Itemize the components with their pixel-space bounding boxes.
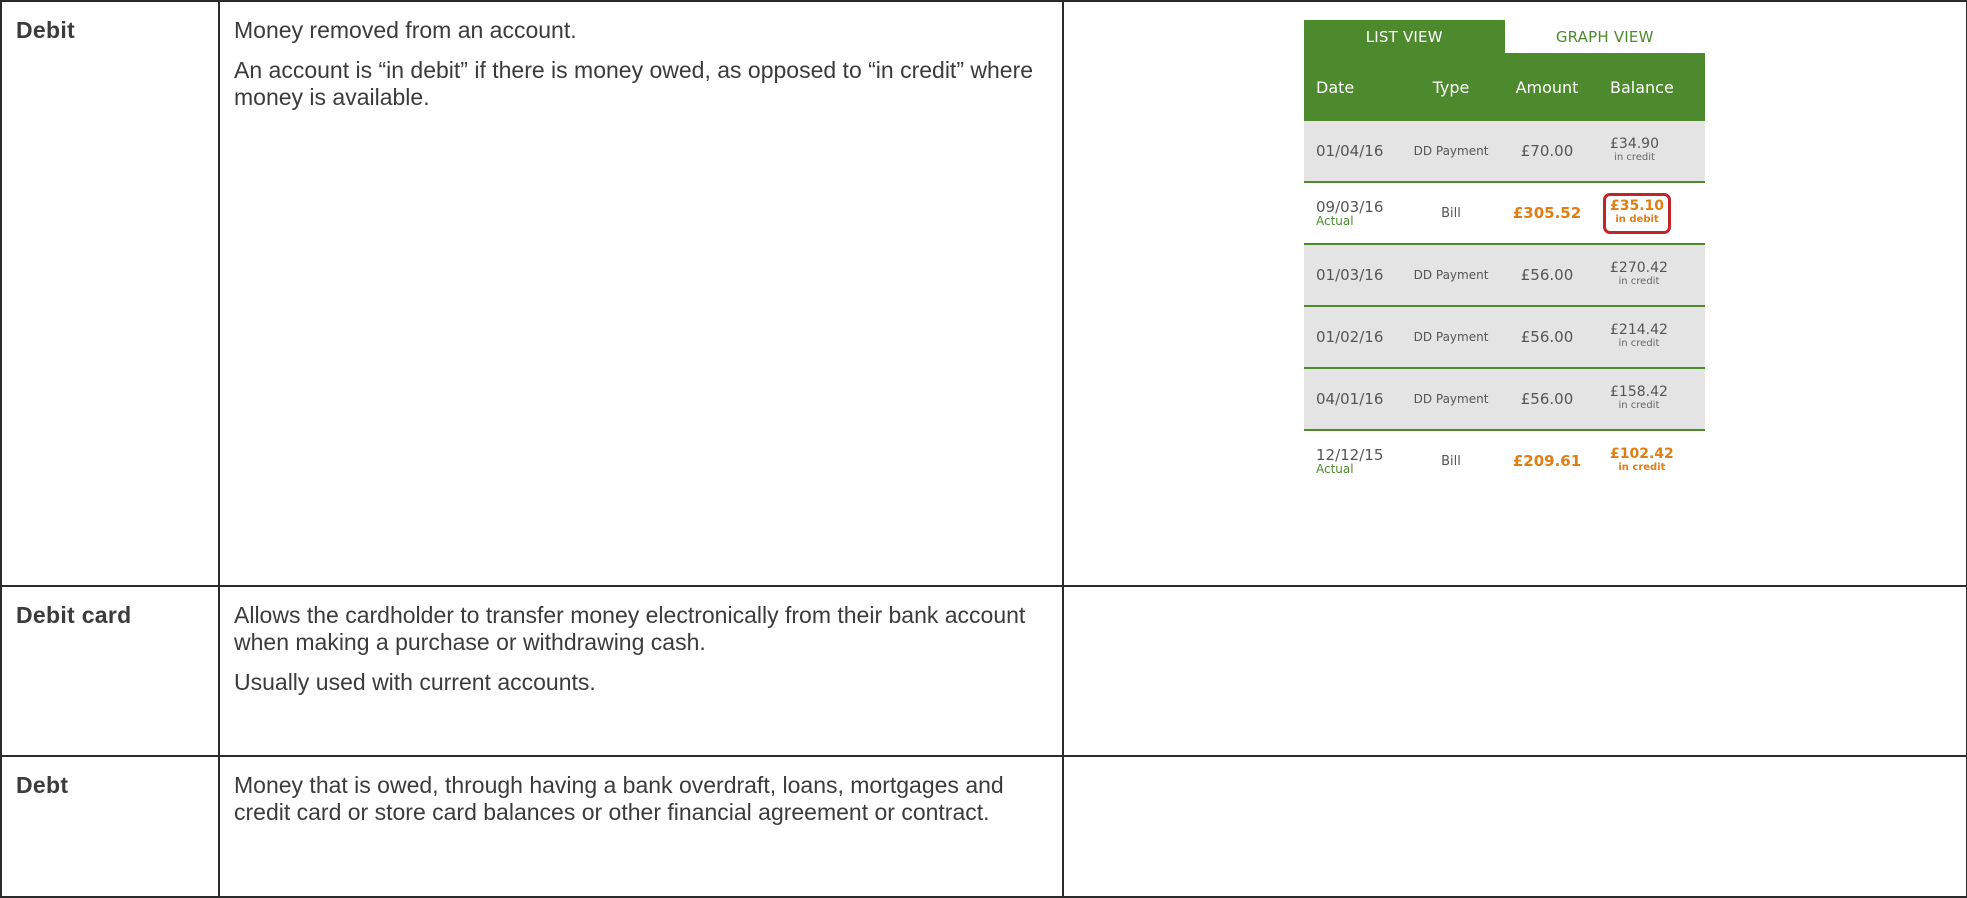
entry-amount: £209.61: [1512, 452, 1582, 470]
entry-amount: £305.52: [1512, 204, 1582, 222]
entry-amount: £70.00: [1520, 142, 1574, 160]
entry-balance-highlighted: £35.10 in debit: [1603, 192, 1672, 234]
entry-note: Actual: [1316, 461, 1354, 476]
column-header-amount: Amount: [1515, 77, 1579, 97]
entry-date: 01/02/16: [1316, 327, 1384, 346]
term-cell: Debit: [0, 0, 220, 587]
definition-text: Usually used with current accounts.: [234, 668, 596, 695]
statement-row: 01/02/16 DD Payment £56.00 £214.42 in cre…: [1304, 307, 1705, 369]
entry-date: 01/03/16: [1316, 265, 1384, 284]
glossary-row-debit: Debit Money removed from an account. An …: [0, 0, 1967, 587]
definition-text: Allows the cardholder to transfer money …: [234, 601, 1026, 655]
entry-balance: £270.42 in credit: [1610, 260, 1668, 287]
definition-cell: Money removed from an account. An accoun…: [218, 0, 1064, 587]
term-cell: Debt: [0, 755, 220, 898]
entry-type: DD Payment: [1413, 144, 1489, 158]
term-debt: Debt: [16, 772, 69, 799]
entry-date: 09/03/16: [1316, 197, 1384, 216]
entry-type: DD Payment: [1413, 392, 1489, 406]
column-header-balance: Balance: [1610, 77, 1674, 97]
entry-type: DD Payment: [1413, 330, 1489, 344]
entry-date: 04/01/16: [1316, 389, 1384, 408]
term-cell: Debit card: [0, 584, 220, 758]
statement-row: 01/04/16 DD Payment £70.00 £34.90 in cred…: [1304, 121, 1705, 183]
entry-amount: £56.00: [1520, 390, 1574, 408]
glossary-row-debit-card: Debit card Allows the cardholder to tran…: [0, 584, 1967, 758]
column-header-date: Date: [1316, 77, 1355, 97]
statement-row: 12/12/15 Actual Bill £209.61 £102.42 in cr…: [1304, 431, 1705, 491]
statement-row: 01/03/16 DD Payment £56.00 £270.42 in cre…: [1304, 245, 1705, 307]
entry-date: 01/04/16: [1316, 141, 1384, 160]
entry-balance: £158.42 in credit: [1610, 384, 1668, 411]
glossary-table: Debit Money removed from an account. An …: [0, 0, 1967, 898]
tab-list-view[interactable]: LIST VIEW: [1304, 20, 1505, 53]
definition-text: An account is “in debit” if there is mon…: [234, 57, 1034, 110]
definition-cell: Money that is owed, through having a ban…: [218, 755, 1064, 898]
statement-row: 09/03/16 Actual Bill £305.52 £35.10 in deb…: [1304, 183, 1705, 245]
entry-balance: £214.42 in credit: [1610, 322, 1668, 349]
entry-type: Bill: [1441, 453, 1461, 469]
entry-type: Bill: [1441, 205, 1461, 221]
entry-balance: £102.42 in credit: [1610, 446, 1674, 473]
account-statement-panel: LIST VIEW GRAPH VIEW Date Type Amount Ba…: [1304, 20, 1705, 491]
entry-amount: £56.00: [1520, 328, 1574, 346]
empty-cell: [1062, 755, 1967, 898]
tab-graph-view[interactable]: GRAPH VIEW: [1504, 20, 1705, 53]
entry-balance: £34.90 in credit: [1610, 136, 1659, 163]
statement-header: Date Type Amount Balance: [1304, 53, 1705, 121]
definition-text: Money that is owed, through having a ban…: [234, 772, 1004, 826]
column-header-type: Type: [1432, 77, 1470, 97]
illustration-cell: LIST VIEW GRAPH VIEW Date Type Amount Ba…: [1062, 0, 1967, 587]
empty-cell: [1062, 584, 1967, 758]
entry-type: DD Payment: [1413, 268, 1489, 282]
view-tabs: LIST VIEW GRAPH VIEW: [1304, 20, 1705, 53]
definition-text: Money removed from an account.: [234, 17, 577, 43]
term-debit: Debit: [16, 17, 75, 43]
entry-amount: £56.00: [1520, 266, 1574, 284]
entry-date: 12/12/15: [1316, 445, 1384, 464]
entry-note: Actual: [1316, 213, 1354, 228]
glossary-row-debt: Debt Money that is owed, through having …: [0, 755, 1967, 898]
definition-cell: Allows the cardholder to transfer money …: [218, 584, 1064, 758]
term-debit-card: Debit card: [16, 601, 132, 628]
statement-row: 04/01/16 DD Payment £56.00 £158.42 in cre…: [1304, 369, 1705, 431]
